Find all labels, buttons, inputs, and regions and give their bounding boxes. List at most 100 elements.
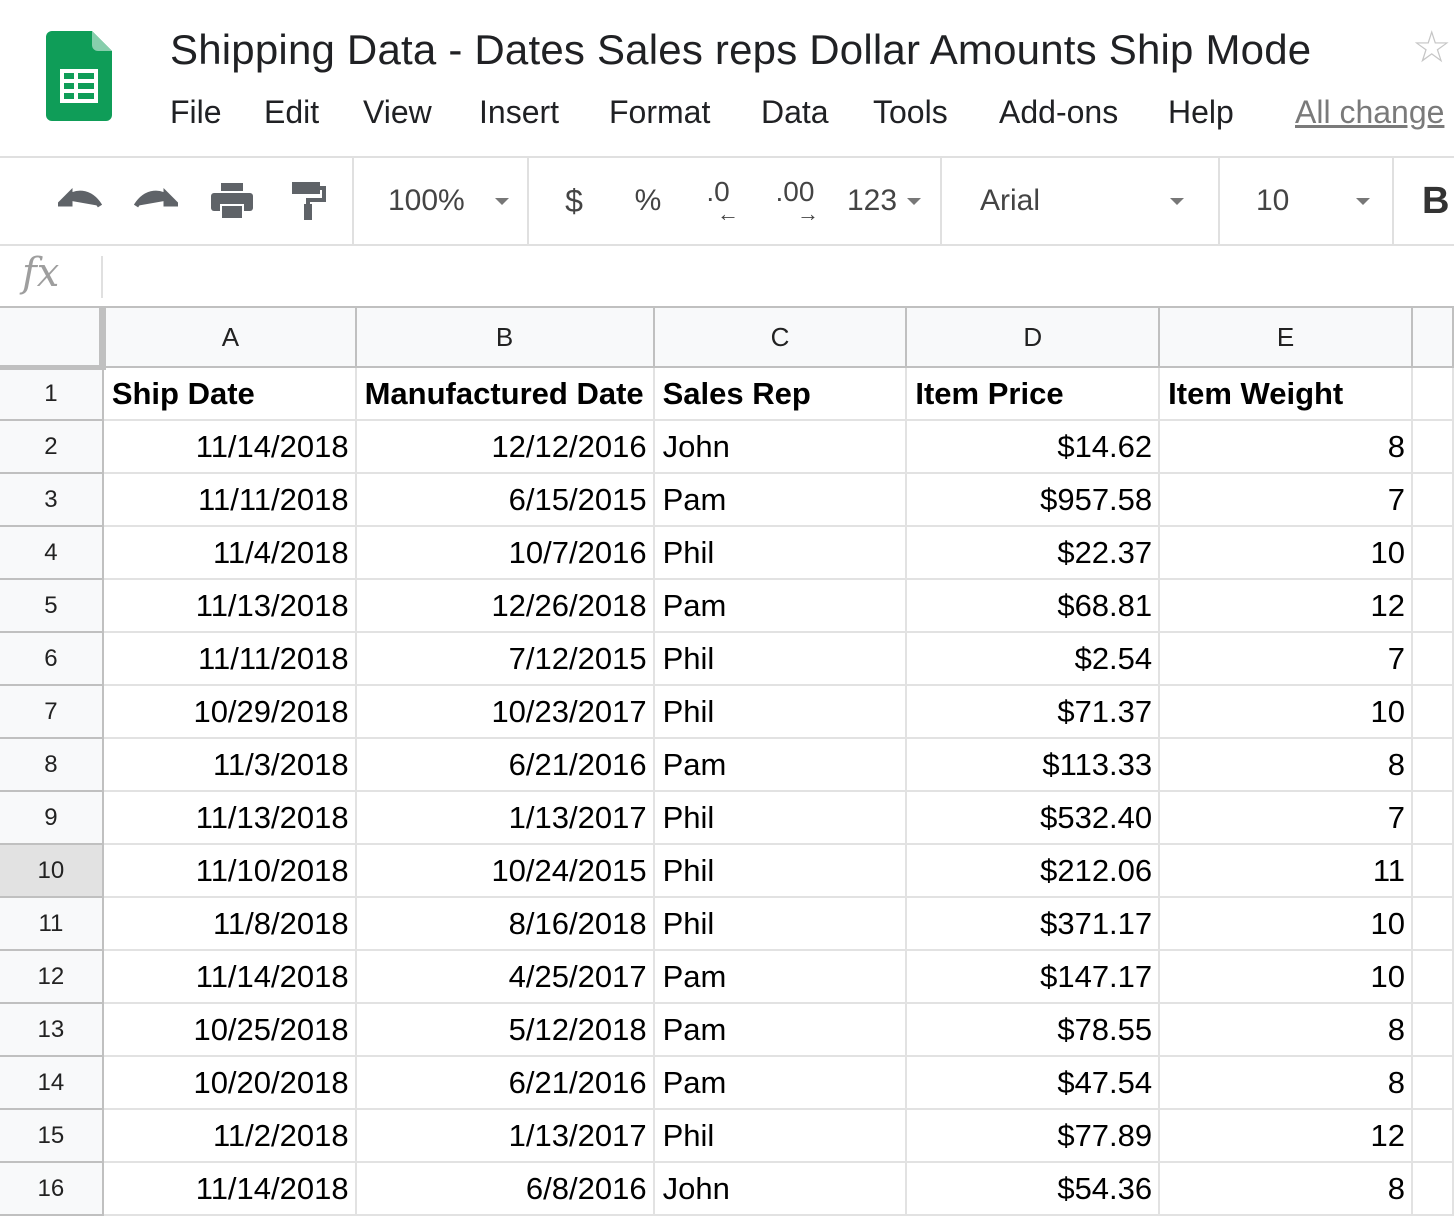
column-header-f[interactable] <box>1411 308 1454 368</box>
star-icon[interactable]: ☆ <box>1412 26 1451 70</box>
data-cell[interactable]: 8 <box>1158 737 1413 792</box>
menu-tools[interactable]: Tools <box>873 94 948 131</box>
data-cell[interactable]: 6/21/2016 <box>354 737 655 792</box>
empty-cell[interactable] <box>1411 790 1454 845</box>
data-cell[interactable]: Pam <box>652 737 908 792</box>
data-cell[interactable]: $71.37 <box>905 684 1161 739</box>
data-cell[interactable]: 11/13/2018 <box>101 790 357 845</box>
data-cell[interactable]: Pam <box>652 578 908 633</box>
all-changes-saved-link[interactable]: All change <box>1295 94 1444 131</box>
row-header[interactable]: 7 <box>0 684 104 739</box>
data-cell[interactable]: $77.89 <box>905 1108 1161 1163</box>
empty-cell[interactable] <box>1411 578 1454 633</box>
menu-view[interactable]: View <box>363 94 432 131</box>
data-cell[interactable]: 4/25/2017 <box>354 949 655 1004</box>
data-cell[interactable]: 11 <box>1158 843 1413 898</box>
data-cell[interactable]: 11/8/2018 <box>101 896 357 951</box>
data-cell[interactable]: Pam <box>652 472 908 527</box>
column-header-a[interactable]: A <box>101 308 357 368</box>
data-cell[interactable]: Pam <box>652 949 908 1004</box>
row-header[interactable]: 6 <box>0 631 104 686</box>
empty-cell[interactable] <box>1411 1108 1454 1163</box>
data-cell[interactable]: John <box>652 1161 908 1216</box>
data-cell[interactable]: 7 <box>1158 631 1413 686</box>
data-cell[interactable]: 12/12/2016 <box>354 419 655 474</box>
data-cell[interactable]: $113.33 <box>905 737 1161 792</box>
empty-cell[interactable] <box>1411 896 1454 951</box>
data-cell[interactable]: $78.55 <box>905 1002 1161 1057</box>
empty-cell[interactable] <box>1411 525 1454 580</box>
document-title[interactable]: Shipping Data - Dates Sales reps Dollar … <box>170 26 1311 74</box>
data-cell[interactable]: $14.62 <box>905 419 1161 474</box>
bold-button[interactable]: B <box>1410 158 1454 244</box>
data-cell[interactable]: 8 <box>1158 1002 1413 1057</box>
data-cell[interactable]: 11/14/2018 <box>101 1161 357 1216</box>
data-cell[interactable]: 11/2/2018 <box>101 1108 357 1163</box>
row-header[interactable]: 9 <box>0 790 104 845</box>
data-cell[interactable]: Phil <box>652 843 908 898</box>
data-cell[interactable]: 11/11/2018 <box>101 472 357 527</box>
select-all-corner[interactable] <box>0 308 107 370</box>
data-cell[interactable]: $147.17 <box>905 949 1161 1004</box>
data-cell[interactable]: 10/29/2018 <box>101 684 357 739</box>
data-cell[interactable]: Phil <box>652 525 908 580</box>
row-header[interactable]: 15 <box>0 1108 104 1163</box>
data-cell[interactable]: $22.37 <box>905 525 1161 580</box>
increase-decimal-button[interactable]: .00 → <box>764 158 826 244</box>
data-cell[interactable]: 10 <box>1158 525 1413 580</box>
header-cell[interactable]: Sales Rep <box>652 366 908 421</box>
data-cell[interactable]: $68.81 <box>905 578 1161 633</box>
data-cell[interactable]: 11/14/2018 <box>101 419 357 474</box>
data-cell[interactable]: 11/4/2018 <box>101 525 357 580</box>
data-cell[interactable]: 8 <box>1158 1161 1413 1216</box>
redo-button[interactable] <box>128 158 184 244</box>
data-cell[interactable]: 11/13/2018 <box>101 578 357 633</box>
data-cell[interactable]: 11/11/2018 <box>101 631 357 686</box>
data-cell[interactable]: $371.17 <box>905 896 1161 951</box>
format-percent-button[interactable]: % <box>622 158 674 244</box>
data-cell[interactable]: 12/26/2018 <box>354 578 655 633</box>
header-cell[interactable]: Item Price <box>905 366 1161 421</box>
data-cell[interactable]: 11/10/2018 <box>101 843 357 898</box>
data-cell[interactable]: Phil <box>652 790 908 845</box>
format-currency-button[interactable]: $ <box>548 158 600 244</box>
data-cell[interactable]: Phil <box>652 684 908 739</box>
header-cell[interactable]: Manufactured Date <box>354 366 655 421</box>
empty-cell[interactable] <box>1411 1055 1454 1110</box>
empty-cell[interactable] <box>1411 472 1454 527</box>
data-cell[interactable]: 10/25/2018 <box>101 1002 357 1057</box>
empty-cell[interactable] <box>1411 737 1454 792</box>
data-cell[interactable]: 10/7/2016 <box>354 525 655 580</box>
header-cell[interactable]: Ship Date <box>101 366 357 421</box>
paint-format-button[interactable] <box>280 158 336 244</box>
data-cell[interactable]: 10 <box>1158 949 1413 1004</box>
data-cell[interactable]: Pam <box>652 1055 908 1110</box>
decrease-decimal-button[interactable]: .0 ← <box>690 158 746 244</box>
row-header[interactable]: 16 <box>0 1161 104 1216</box>
data-cell[interactable]: 6/15/2015 <box>354 472 655 527</box>
menu-insert[interactable]: Insert <box>479 94 559 131</box>
data-cell[interactable]: 7/12/2015 <box>354 631 655 686</box>
empty-cell[interactable] <box>1411 366 1454 421</box>
menu-data[interactable]: Data <box>761 94 829 131</box>
empty-cell[interactable] <box>1411 949 1454 1004</box>
column-header-e[interactable]: E <box>1158 308 1413 368</box>
data-cell[interactable]: $957.58 <box>905 472 1161 527</box>
data-cell[interactable]: 5/12/2018 <box>354 1002 655 1057</box>
data-cell[interactable]: 6/21/2016 <box>354 1055 655 1110</box>
data-cell[interactable]: 11/3/2018 <box>101 737 357 792</box>
row-header[interactable]: 3 <box>0 472 104 527</box>
data-cell[interactable]: $532.40 <box>905 790 1161 845</box>
header-cell[interactable]: Item Weight <box>1158 366 1413 421</box>
row-header[interactable]: 1 <box>0 366 104 421</box>
data-cell[interactable]: $47.54 <box>905 1055 1161 1110</box>
row-header[interactable]: 5 <box>0 578 104 633</box>
empty-cell[interactable] <box>1411 684 1454 739</box>
row-header[interactable]: 4 <box>0 525 104 580</box>
data-cell[interactable]: 8 <box>1158 419 1413 474</box>
data-cell[interactable]: 8 <box>1158 1055 1413 1110</box>
data-cell[interactable]: $212.06 <box>905 843 1161 898</box>
data-cell[interactable]: Phil <box>652 1108 908 1163</box>
empty-cell[interactable] <box>1411 1002 1454 1057</box>
data-cell[interactable]: 10 <box>1158 684 1413 739</box>
